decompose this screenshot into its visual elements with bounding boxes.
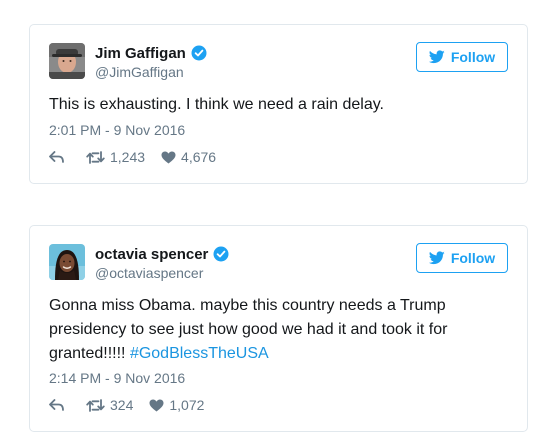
retweet-count: 324	[110, 397, 134, 413]
tweet-card: Jim Gaffigan @JimGaffigan Follow This is…	[29, 24, 528, 184]
reply-arrow-icon	[49, 399, 64, 411]
tweet-text-line: presidency to see just how good we had i…	[49, 321, 448, 338]
follow-button[interactable]: Follow	[416, 243, 508, 273]
tweet-timestamp[interactable]: 2:01 PM - 9 Nov 2016	[49, 122, 185, 138]
tweet-embed-page: Jim Gaffigan @JimGaffigan Follow This is…	[0, 0, 544, 444]
tweet-timestamp[interactable]: 2:14 PM - 9 Nov 2016	[49, 370, 185, 386]
author-handle[interactable]: @octaviaspencer	[95, 265, 229, 281]
twitter-bird-icon	[428, 251, 445, 265]
tweet-text-line: Gonna miss Obama. maybe this country nee…	[49, 297, 446, 314]
tweet-card: octavia spencer @octaviaspencer Follow G…	[29, 225, 528, 432]
reply-button[interactable]	[49, 151, 64, 163]
avatar[interactable]	[49, 244, 85, 280]
tweet-actions: 324 1,072	[49, 397, 204, 413]
twitter-bird-icon	[428, 50, 445, 64]
hashtag-link[interactable]: #GodBlessTheUSA	[130, 345, 269, 362]
author-display-name[interactable]: octavia spencer	[95, 246, 208, 263]
tweet-actions: 1,243 4,676	[49, 149, 216, 165]
avatar-photo-icon	[49, 244, 85, 280]
tweet-text-line: granted!!!!! #GodBlessTheUSA	[49, 342, 509, 366]
like-button[interactable]: 1,072	[149, 397, 204, 413]
verified-badge-icon	[191, 45, 207, 61]
follow-button[interactable]: Follow	[416, 42, 508, 72]
tweet-author: octavia spencer @octaviaspencer	[95, 244, 229, 281]
like-count: 1,072	[169, 397, 205, 413]
like-button[interactable]: 4,676	[161, 149, 216, 165]
retweet-icon	[86, 150, 105, 164]
avatar[interactable]	[49, 43, 85, 79]
retweet-button[interactable]: 324	[86, 397, 133, 413]
heart-icon	[149, 399, 164, 411]
tweet-author: Jim Gaffigan @JimGaffigan	[95, 43, 207, 80]
tweet-text: Gonna miss Obama. maybe this country nee…	[49, 294, 509, 366]
like-count: 4,676	[181, 149, 217, 165]
verified-badge-icon	[213, 246, 229, 262]
retweet-count: 1,243	[110, 149, 146, 165]
follow-button-label: Follow	[450, 250, 496, 266]
retweet-button[interactable]: 1,243	[86, 149, 145, 165]
tweet-text-fragment: granted!!!!!	[49, 345, 130, 362]
reply-arrow-icon	[49, 151, 64, 163]
avatar-photo-icon	[49, 43, 85, 79]
author-handle[interactable]: @JimGaffigan	[95, 64, 207, 80]
follow-button-label: Follow	[450, 49, 496, 65]
heart-icon	[161, 151, 176, 163]
author-display-name[interactable]: Jim Gaffigan	[95, 45, 186, 62]
retweet-icon	[86, 398, 105, 412]
reply-button[interactable]	[49, 399, 64, 411]
tweet-text: This is exhausting. I think we need a ra…	[49, 96, 384, 113]
